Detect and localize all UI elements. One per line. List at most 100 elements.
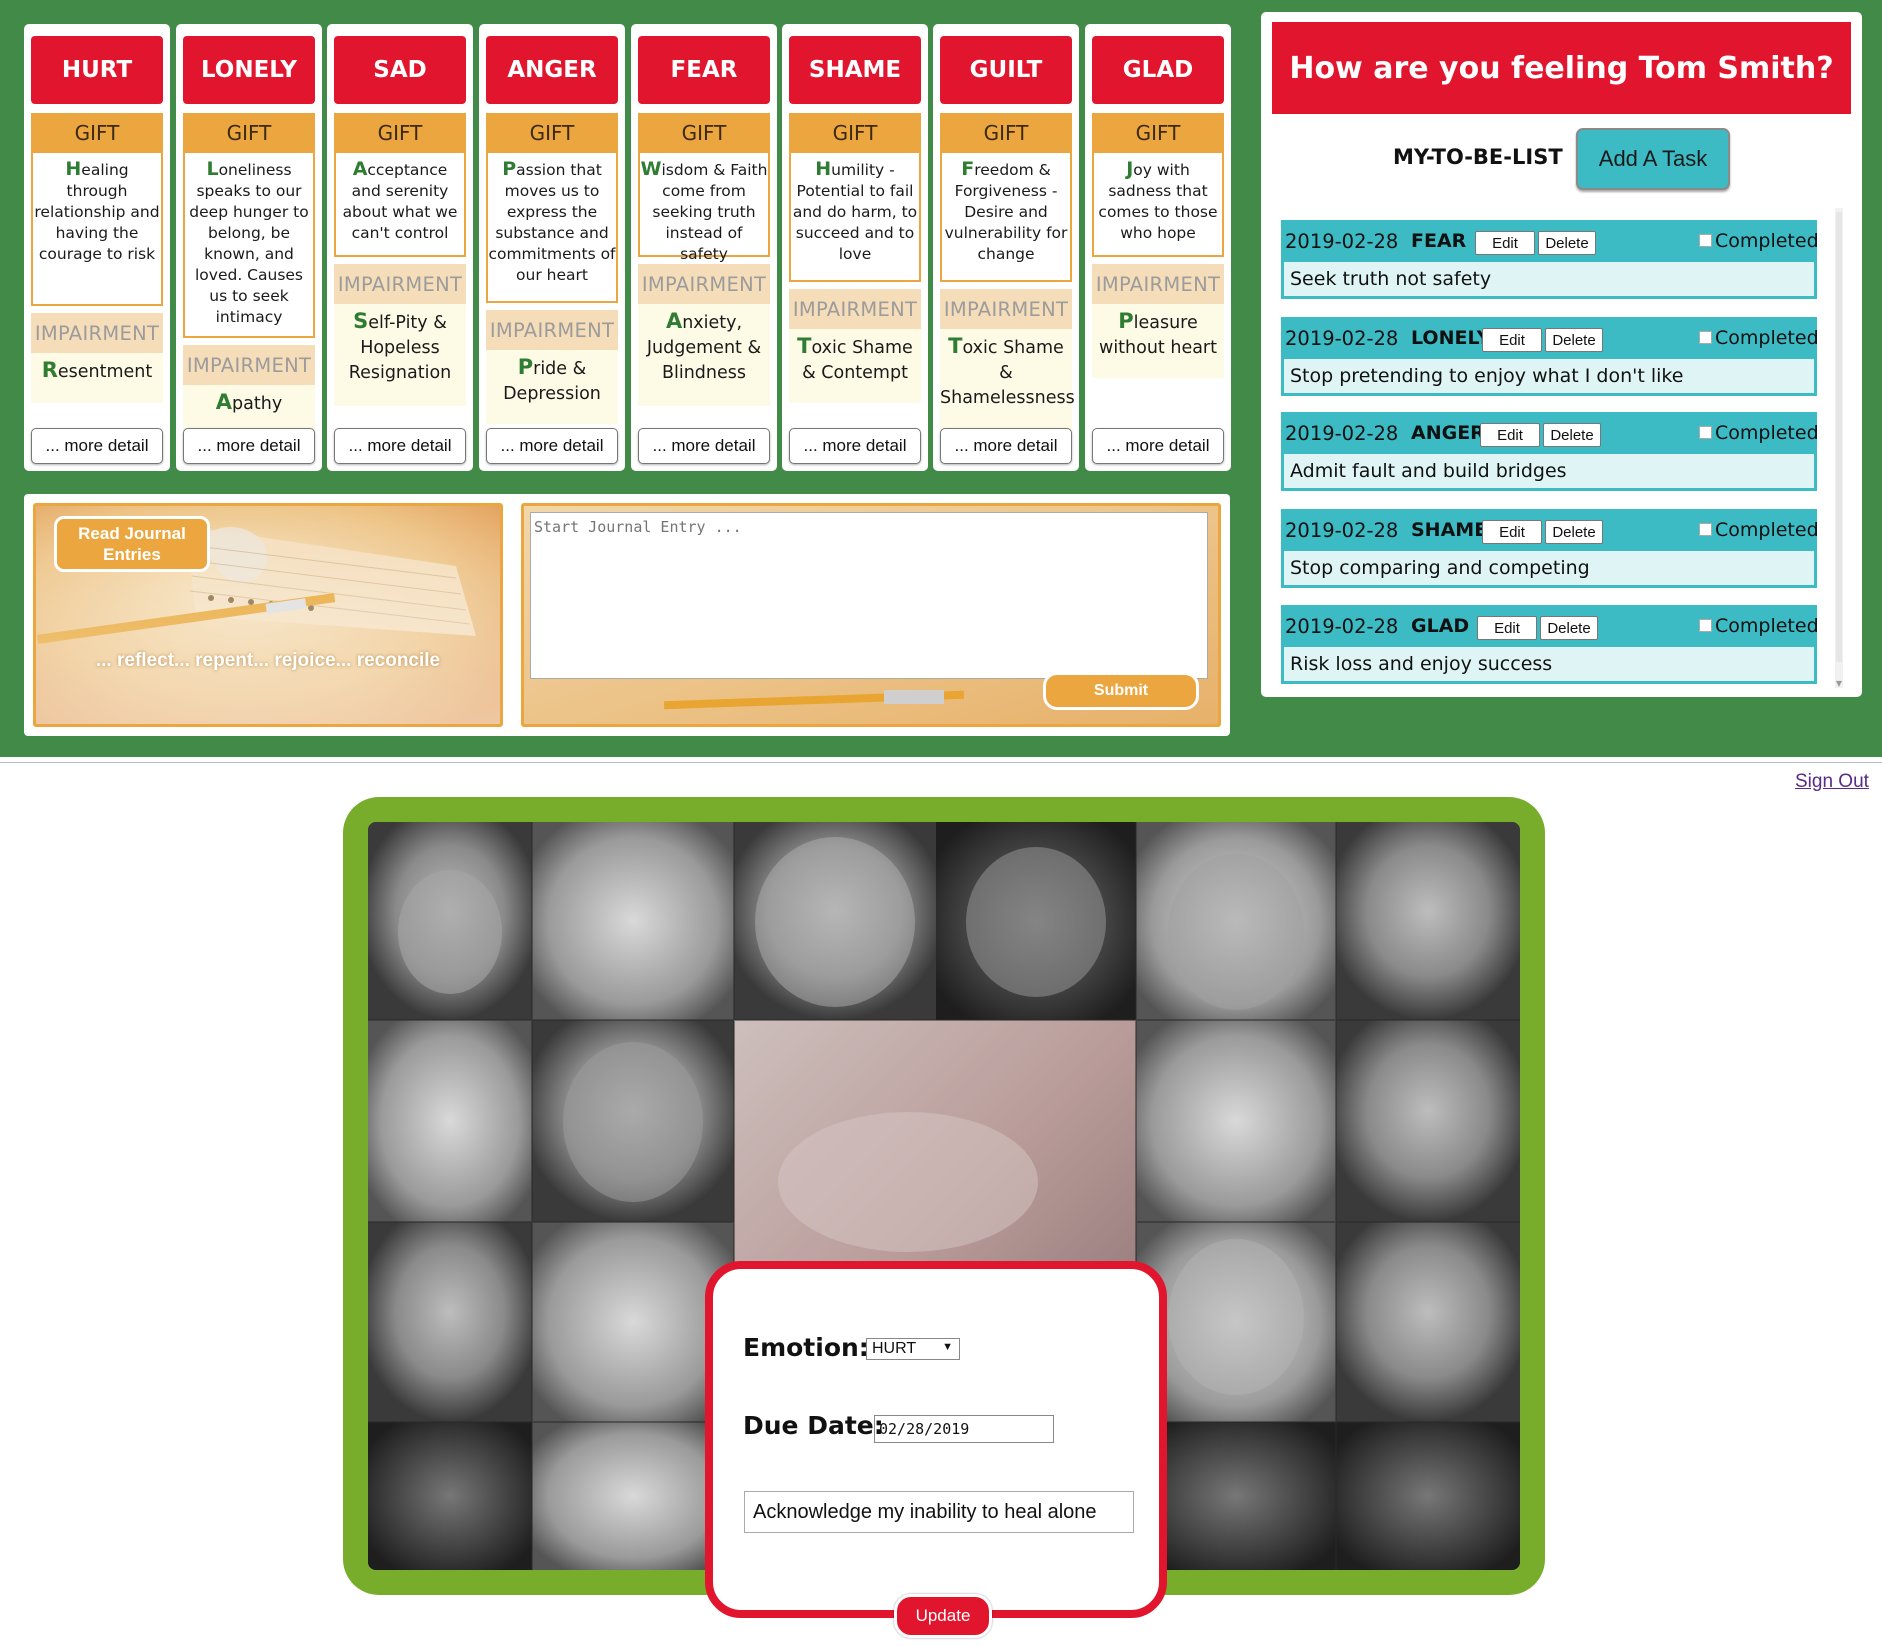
gift-label: GIFT	[638, 113, 770, 153]
impairment-initial: S	[353, 309, 369, 333]
gift-initial: F	[961, 158, 975, 180]
impairment-description: oxic Shame & Contempt	[802, 338, 913, 383]
emotion-card-hurt: HURT GIFT Healing through relationship and…	[24, 24, 170, 471]
gift-label: GIFT	[486, 113, 618, 153]
task-item: 2019-02-28 FEAR Edit Delete Completed Seek tr…	[1281, 220, 1819, 304]
gift-label: GIFT	[789, 113, 921, 153]
update-button[interactable]: Update	[894, 1594, 992, 1638]
completed-checkbox[interactable]	[1699, 426, 1712, 439]
delete-task-button[interactable]: Delete	[1543, 423, 1601, 447]
gift-text: Freedom & Forgiveness - Desire and vulne…	[940, 153, 1072, 282]
task-description-input[interactable]: Acknowledge my inability to heal alone	[744, 1491, 1134, 1533]
page-title: How are you feeling Tom Smith?	[1272, 22, 1851, 114]
gift-initial: A	[352, 158, 368, 180]
add-task-button[interactable]: Add A Task	[1576, 128, 1730, 190]
task-date: 2019-02-28	[1285, 615, 1399, 638]
gift-description: oneliness speaks to our deep hunger to b…	[189, 161, 309, 326]
more-detail-button[interactable]: ... more detail	[1092, 428, 1224, 464]
task-list-scrollbar[interactable]: ▼	[1835, 208, 1843, 688]
emotion-card-anger: ANGER GIFT Passion that moves us to expres…	[479, 24, 625, 471]
edit-task-button[interactable]: Edit	[1482, 328, 1542, 352]
task-item: 2019-02-28 SHAME Edit Delete Completed Stop c…	[1281, 509, 1819, 593]
emotion-label: Emotion:	[743, 1333, 869, 1362]
emotion-card-glad: GLAD GIFT Joy with sadness that comes to t…	[1085, 24, 1231, 471]
delete-task-button[interactable]: Delete	[1538, 231, 1596, 255]
task-text: Admit fault and build bridges	[1281, 454, 1817, 491]
impairment-label: IMPAIRMENT	[31, 313, 163, 353]
more-detail-button[interactable]: ... more detail	[183, 428, 315, 464]
impairment-label: IMPAIRMENT	[486, 310, 618, 350]
completed-label: Completed	[1715, 519, 1819, 541]
gift-label: GIFT	[183, 113, 315, 153]
impairment-label: IMPAIRMENT	[789, 289, 921, 329]
gift-text: Passion that moves us to express the sub…	[486, 153, 618, 303]
gift-initial: P	[502, 158, 517, 180]
impairment-initial: T	[797, 334, 812, 358]
more-detail-button[interactable]: ... more detail	[940, 428, 1072, 464]
edit-task-button[interactable]: Edit	[1475, 231, 1535, 255]
emotion-card-guilt: GUILT GIFT Freedom & Forgiveness - Desire …	[933, 24, 1079, 471]
impairment-description: pathy	[232, 394, 283, 414]
gift-description: oy with sadness that comes to those who …	[1098, 161, 1218, 242]
more-detail-button[interactable]: ... more detail	[638, 428, 770, 464]
scroll-down-icon[interactable]: ▼	[1835, 679, 1843, 688]
task-list: 2019-02-28 GLAD Edit Delete Completed Risk lo…	[1279, 208, 1843, 688]
more-detail-button[interactable]: ... more detail	[486, 428, 618, 464]
emotion-title: GUILT	[940, 36, 1072, 104]
more-detail-button[interactable]: ... more detail	[334, 428, 466, 464]
to-be-list-panel: How are you feeling Tom Smith? MY-TO-BE-…	[1261, 12, 1862, 697]
journal-panel: Read Journal Entries ... reflect... repe…	[24, 494, 1230, 736]
gift-text: Joy with sadness that comes to those who…	[1092, 153, 1224, 257]
gift-initial: H	[65, 158, 82, 180]
emotion-card-shame: SHAME GIFT Humility - Potential to fail an…	[782, 24, 928, 471]
task-date: 2019-02-28	[1285, 230, 1399, 253]
list-label: MY-TO-BE-LIST	[1393, 145, 1563, 169]
emotion-title: ANGER	[486, 36, 618, 104]
emotion-title: FEAR	[638, 36, 770, 104]
emotion-title: SAD	[334, 36, 466, 104]
task-emotion: GLAD	[1411, 615, 1470, 637]
task-item: 2019-02-28 GLAD Edit Delete Completed Risk lo…	[1281, 605, 1819, 688]
impairment-text: Toxic Shame & Shamelessness	[940, 329, 1075, 431]
completed-checkbox[interactable]	[1699, 619, 1712, 632]
edit-task-button[interactable]: Edit	[1477, 616, 1537, 640]
gift-initial: H	[815, 158, 832, 180]
more-detail-button[interactable]: ... more detail	[789, 428, 921, 464]
task-item: 2019-02-28 LONELY Edit Delete Completed Stop …	[1281, 317, 1819, 401]
impairment-label: IMPAIRMENT	[638, 264, 770, 304]
more-detail-button[interactable]: ... more detail	[31, 428, 163, 464]
task-text: Seek truth not safety	[1281, 262, 1817, 299]
task-text: Risk loss and enjoy success	[1281, 647, 1817, 684]
delete-task-button[interactable]: Delete	[1545, 520, 1603, 544]
emotion-select[interactable]: HURT ▼	[866, 1338, 960, 1360]
completed-checkbox[interactable]	[1699, 523, 1712, 536]
completed-checkbox[interactable]	[1699, 331, 1712, 344]
read-journal-button[interactable]: Read Journal Entries	[54, 516, 210, 572]
gift-text: Wisdom & Faith come from seeking truth i…	[638, 153, 770, 263]
task-emotion: SHAME	[1411, 519, 1488, 541]
completed-label: Completed	[1715, 230, 1819, 252]
scrollbar-thumb[interactable]	[1836, 212, 1842, 662]
task-header: 2019-02-28 ANGER Edit Delete Completed	[1281, 412, 1819, 454]
impairment-text: Pride & Depression	[486, 350, 618, 424]
submit-button[interactable]: Submit	[1043, 672, 1199, 710]
emotion-title: GLAD	[1092, 36, 1224, 104]
impairment-description: nxiety, Judgement & Blindness	[646, 313, 762, 383]
task-date: 2019-02-28	[1285, 327, 1399, 350]
edit-task-button[interactable]: Edit	[1482, 520, 1542, 544]
due-date-input[interactable]: 02/28/2019	[874, 1415, 1054, 1443]
impairment-text: Toxic Shame & Contempt	[789, 329, 921, 403]
delete-task-button[interactable]: Delete	[1545, 328, 1603, 352]
sign-out-link[interactable]: Sign Out	[1795, 771, 1869, 793]
journal-tagline: ... reflect... repent... rejoice... reco…	[95, 650, 441, 671]
impairment-initial: T	[948, 334, 963, 358]
journal-entry-input[interactable]	[530, 512, 1208, 679]
impairment-description: esentment	[57, 362, 153, 382]
completed-label: Completed	[1715, 422, 1819, 444]
impairment-text: Resentment	[31, 353, 163, 403]
task-text: Stop pretending to enjoy what I don't li…	[1281, 359, 1817, 396]
edit-task-button[interactable]: Edit	[1480, 423, 1540, 447]
completed-checkbox[interactable]	[1699, 234, 1712, 247]
task-item: 2019-02-28 ANGER Edit Delete Completed Admit …	[1281, 412, 1819, 496]
delete-task-button[interactable]: Delete	[1540, 616, 1598, 640]
